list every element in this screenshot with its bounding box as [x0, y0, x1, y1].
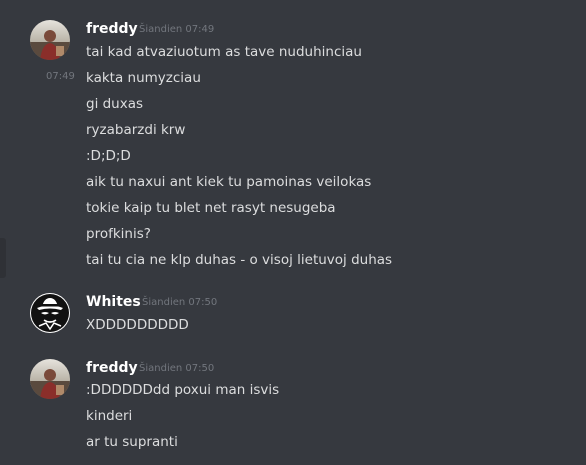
message-text: ar tu supranti [86, 434, 178, 450]
message-text: :DDDDDDdd poxui man isvis [86, 382, 280, 398]
scrollbar-thumb[interactable] [0, 238, 6, 278]
spy-fedora-avatar-icon[interactable] [30, 293, 70, 333]
message-text: tokie kaip tu blet net rasyt nesugeba [86, 200, 336, 216]
message-text: aik tu naxui ant kiek tu pamoinas veilok… [86, 174, 372, 190]
user-photo-avatar-icon[interactable] [30, 359, 70, 399]
message-text: kinderi [86, 408, 133, 424]
message-text: tai tu cia ne klp duhas - o visoj lietuv… [86, 252, 393, 268]
message-timestamp: Šiandien 07:49 [139, 24, 215, 35]
message-text: :D;D;D [86, 148, 131, 164]
chat-message-list: freddy Šiandien 07:49 07:49 tai kad atva… [0, 0, 586, 465]
message-text: ryzabarzdi krw [86, 122, 186, 138]
message-timestamp: Šiandien 07:50 [142, 297, 218, 308]
username[interactable]: Whites [86, 293, 141, 311]
message-text: kakta numyzciau [86, 70, 201, 86]
message-text: tai kad atvaziuotum as tave nuduhinciau [86, 44, 362, 60]
username[interactable]: freddy [86, 359, 138, 377]
hover-timestamp: 07:49 [46, 71, 75, 82]
user-photo-avatar-icon[interactable] [30, 20, 70, 60]
username[interactable]: freddy [86, 20, 138, 38]
message-text: XDDDDDDDDD [86, 317, 189, 333]
message-text: profkinis? [86, 226, 151, 242]
message-timestamp: Šiandien 07:50 [139, 363, 215, 374]
message-text: gi duxas [86, 96, 144, 112]
